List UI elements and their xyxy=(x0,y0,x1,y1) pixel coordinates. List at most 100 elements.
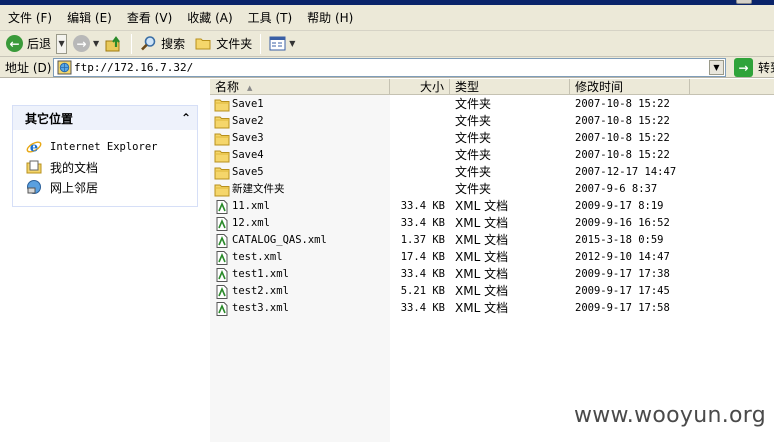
file-name-cell[interactable]: test.xml xyxy=(214,249,283,266)
search-button-label: 搜索 xyxy=(161,37,186,51)
forward-button[interactable]: → ▼ xyxy=(70,33,102,55)
toolbar-separator xyxy=(260,33,262,54)
file-row[interactable]: CATALOG_QAS.xml 1.37 KB XML 文档 2015-3-18 0:… xyxy=(210,232,774,249)
file-type: 文件夹 xyxy=(455,114,492,128)
xml-file-icon xyxy=(216,284,228,299)
views-button[interactable]: ▼ xyxy=(266,33,298,55)
menu-edit[interactable]: 编辑 (E) xyxy=(67,9,112,26)
file-name: 新建文件夹 xyxy=(232,183,285,195)
file-type: XML 文档 xyxy=(455,233,509,247)
file-type: 文件夹 xyxy=(455,148,492,162)
file-name-cell[interactable]: Save4 xyxy=(214,147,264,164)
file-name-cell[interactable]: Save1 xyxy=(214,96,264,113)
file-row[interactable]: Save5 文件夹 2007-12-17 14:47 xyxy=(210,164,774,181)
column-header-type[interactable]: 类型 xyxy=(450,79,570,95)
up-folder-icon xyxy=(105,35,121,51)
file-name: CATALOG_QAS.xml xyxy=(232,234,327,246)
file-row[interactable]: 12.xml 33.4 KB XML 文档 2009-9-16 16:52 xyxy=(210,215,774,232)
file-name-cell[interactable]: Save5 xyxy=(214,164,264,181)
file-name-cell[interactable]: 11.xml xyxy=(214,198,270,215)
go-button-label: 转到 xyxy=(758,61,774,75)
search-button[interactable]: 搜索 xyxy=(137,33,188,55)
column-header-name[interactable]: 名称 ▲ xyxy=(210,79,390,95)
file-size: 1.37 KB xyxy=(400,234,445,246)
file-type: XML 文档 xyxy=(455,267,509,281)
file-modified: 2009-9-17 17:38 xyxy=(575,268,670,280)
menu-help[interactable]: 帮助 (H) xyxy=(307,9,353,26)
menu-file[interactable]: 文件 (F) xyxy=(8,9,52,26)
file-modified: 2009-9-17 17:58 xyxy=(575,302,670,314)
file-size: 5.21 KB xyxy=(400,285,445,297)
file-row[interactable]: Save3 文件夹 2007-10-8 15:22 xyxy=(210,130,774,147)
file-row[interactable]: Save1 文件夹 2007-10-8 15:22 xyxy=(210,96,774,113)
place-network-places[interactable]: 网上邻居 xyxy=(26,177,197,197)
place-internet-explorer[interactable]: e Internet Explorer xyxy=(26,137,197,157)
toolbar-separator xyxy=(131,33,133,54)
xml-file-icon xyxy=(216,199,228,214)
folder-icon xyxy=(214,133,230,145)
menu-view[interactable]: 查看 (V) xyxy=(127,9,172,26)
place-my-documents[interactable]: 我的文档 xyxy=(26,157,197,177)
column-header-size[interactable]: 大小 xyxy=(390,79,450,95)
file-row[interactable]: test1.xml 33.4 KB XML 文档 2009-9-17 17:38 xyxy=(210,266,774,283)
file-type: 文件夹 xyxy=(455,131,492,145)
file-name: Save1 xyxy=(232,98,264,110)
file-modified: 2009-9-17 17:45 xyxy=(575,285,670,297)
file-row[interactable]: Save4 文件夹 2007-10-8 15:22 xyxy=(210,147,774,164)
folders-button[interactable]: 文件夹 xyxy=(192,33,255,55)
file-row[interactable]: test.xml 17.4 KB XML 文档 2012-9-10 14:47 xyxy=(210,249,774,266)
back-history-dropdown[interactable]: ▼ xyxy=(56,33,68,54)
file-row[interactable]: Save2 文件夹 2007-10-8 15:22 xyxy=(210,113,774,130)
window-button[interactable] xyxy=(736,0,752,4)
file-modified: 2007-10-8 15:22 xyxy=(575,149,670,161)
file-type: 文件夹 xyxy=(455,182,492,196)
chevron-down-icon: ▼ xyxy=(58,39,65,48)
back-button[interactable]: ← 后退 xyxy=(3,33,54,55)
file-modified: 2012-9-10 14:47 xyxy=(575,251,670,263)
search-icon xyxy=(141,36,156,51)
file-modified: 2007-10-8 15:22 xyxy=(575,98,670,110)
address-input[interactable]: ftp://172.16.7.32/ ▼ xyxy=(53,58,726,77)
file-type: XML 文档 xyxy=(455,216,509,230)
menu-favorites[interactable]: 收藏 (A) xyxy=(187,9,232,26)
folder-icon xyxy=(195,38,211,50)
file-name-cell[interactable]: 新建文件夹 xyxy=(214,181,285,198)
folders-button-label: 文件夹 xyxy=(216,37,253,51)
collapse-chevron-icon[interactable]: ⌃ xyxy=(181,111,191,125)
address-label: 地址 (D) xyxy=(5,60,52,75)
file-name-cell[interactable]: Save2 xyxy=(214,113,264,130)
file-name-cell[interactable]: test3.xml xyxy=(214,300,289,317)
go-button[interactable]: → 转到 xyxy=(734,58,774,77)
xml-file-icon xyxy=(216,233,228,248)
file-name-cell[interactable]: test2.xml xyxy=(214,283,289,300)
folder-icon xyxy=(214,167,230,179)
file-list-pane: 名称 ▲ 大小 类型 修改时间 Save1 文件夹 2007-10-8 15:22 Sa… xyxy=(210,79,774,442)
file-modified: 2015-3-18 0:59 xyxy=(575,234,664,246)
other-places-header[interactable]: 其它位置 ⌃ xyxy=(13,106,197,130)
file-modified: 2009-9-17 8:19 xyxy=(575,200,664,212)
file-name-cell[interactable]: test1.xml xyxy=(214,266,289,283)
up-folder-button[interactable] xyxy=(102,33,126,55)
place-label: Internet Explorer xyxy=(50,141,158,153)
menu-tools[interactable]: 工具 (T) xyxy=(248,9,293,26)
column-header-modified[interactable]: 修改时间 xyxy=(570,79,690,95)
address-bar: 地址 (D) ftp://172.16.7.32/ ▼ → 转到 xyxy=(0,57,774,78)
sort-ascending-icon: ▲ xyxy=(247,83,253,92)
svg-text:e: e xyxy=(30,141,38,156)
file-name-cell[interactable]: 12.xml xyxy=(214,215,270,232)
file-modified: 2007-12-17 14:47 xyxy=(575,166,677,178)
file-name-cell[interactable]: CATALOG_QAS.xml xyxy=(214,232,327,249)
column-headers: 名称 ▲ 大小 类型 修改时间 xyxy=(210,79,774,95)
file-row[interactable]: test3.xml 33.4 KB XML 文档 2009-9-17 17:58 xyxy=(210,300,774,317)
address-dropdown[interactable]: ▼ xyxy=(709,60,724,75)
toolbar: ← 后退 ▼ → ▼ 搜索 文件夹 ▼ xyxy=(0,31,774,57)
task-pane: 其它位置 ⌃ e Internet Explorer 我的文档 网上邻居 xyxy=(0,79,210,442)
file-row[interactable]: test2.xml 5.21 KB XML 文档 2009-9-17 17:45 xyxy=(210,283,774,300)
other-places-title: 其它位置 xyxy=(25,111,74,126)
file-name-cell[interactable]: Save3 xyxy=(214,130,264,147)
file-row[interactable]: 11.xml 33.4 KB XML 文档 2009-9-17 8:19 xyxy=(210,198,774,215)
file-row[interactable]: 新建文件夹 文件夹 2007-9-6 8:37 xyxy=(210,181,774,198)
file-name: test1.xml xyxy=(232,268,289,280)
xml-file-icon xyxy=(216,216,228,231)
column-header-label: 大小 xyxy=(419,80,444,94)
